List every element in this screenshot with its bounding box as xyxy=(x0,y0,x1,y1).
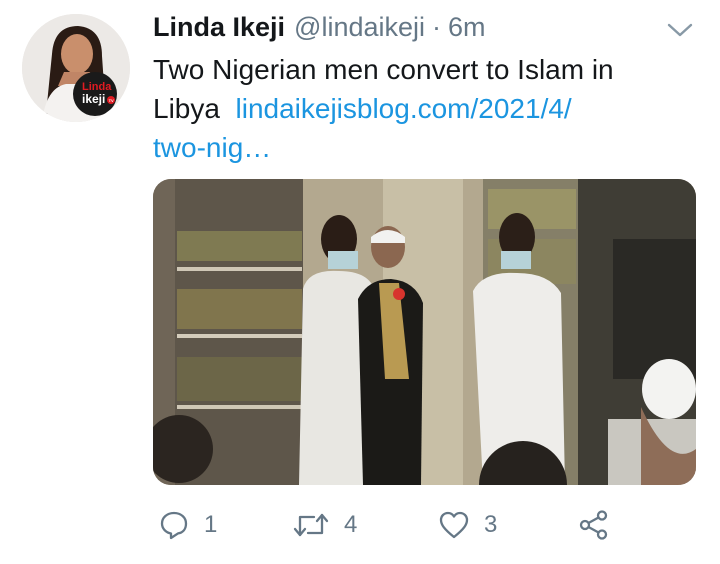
like-button[interactable]: 3 xyxy=(438,500,497,550)
author-handle[interactable]: @lindaikeji xyxy=(294,12,425,43)
like-count: 3 xyxy=(484,511,498,538)
reply-button[interactable]: 1 xyxy=(158,500,217,550)
retweet-button[interactable]: 4 xyxy=(292,500,357,550)
tweet-text: Two Nigerian men convert to Islam in Lib… xyxy=(153,50,673,167)
retweet-icon xyxy=(293,513,329,537)
avatar-logo-text-2: ikeji xyxy=(82,92,105,106)
avatar[interactable]: Linda ikeji TV xyxy=(22,14,130,122)
reply-icon xyxy=(160,511,188,540)
tweet-header: Linda Ikeji @lindaikeji · 6m xyxy=(153,12,486,48)
chevron-down-icon[interactable] xyxy=(666,20,694,40)
author-name[interactable]: Linda Ikeji xyxy=(153,12,285,43)
share-icon xyxy=(579,510,608,540)
tweet-actions: 1 4 3 xyxy=(0,500,720,550)
avatar-logo-badge: TV xyxy=(109,98,114,103)
share-button[interactable] xyxy=(578,500,610,550)
tweet-media-photo[interactable] xyxy=(153,179,696,485)
reply-count: 1 xyxy=(204,511,218,538)
heart-icon xyxy=(439,511,469,539)
separator-dot: · xyxy=(432,12,442,42)
tweet-time[interactable]: 6m xyxy=(448,12,486,43)
retweet-count: 4 xyxy=(344,511,358,538)
avatar-photo: Linda ikeji TV xyxy=(22,14,130,122)
